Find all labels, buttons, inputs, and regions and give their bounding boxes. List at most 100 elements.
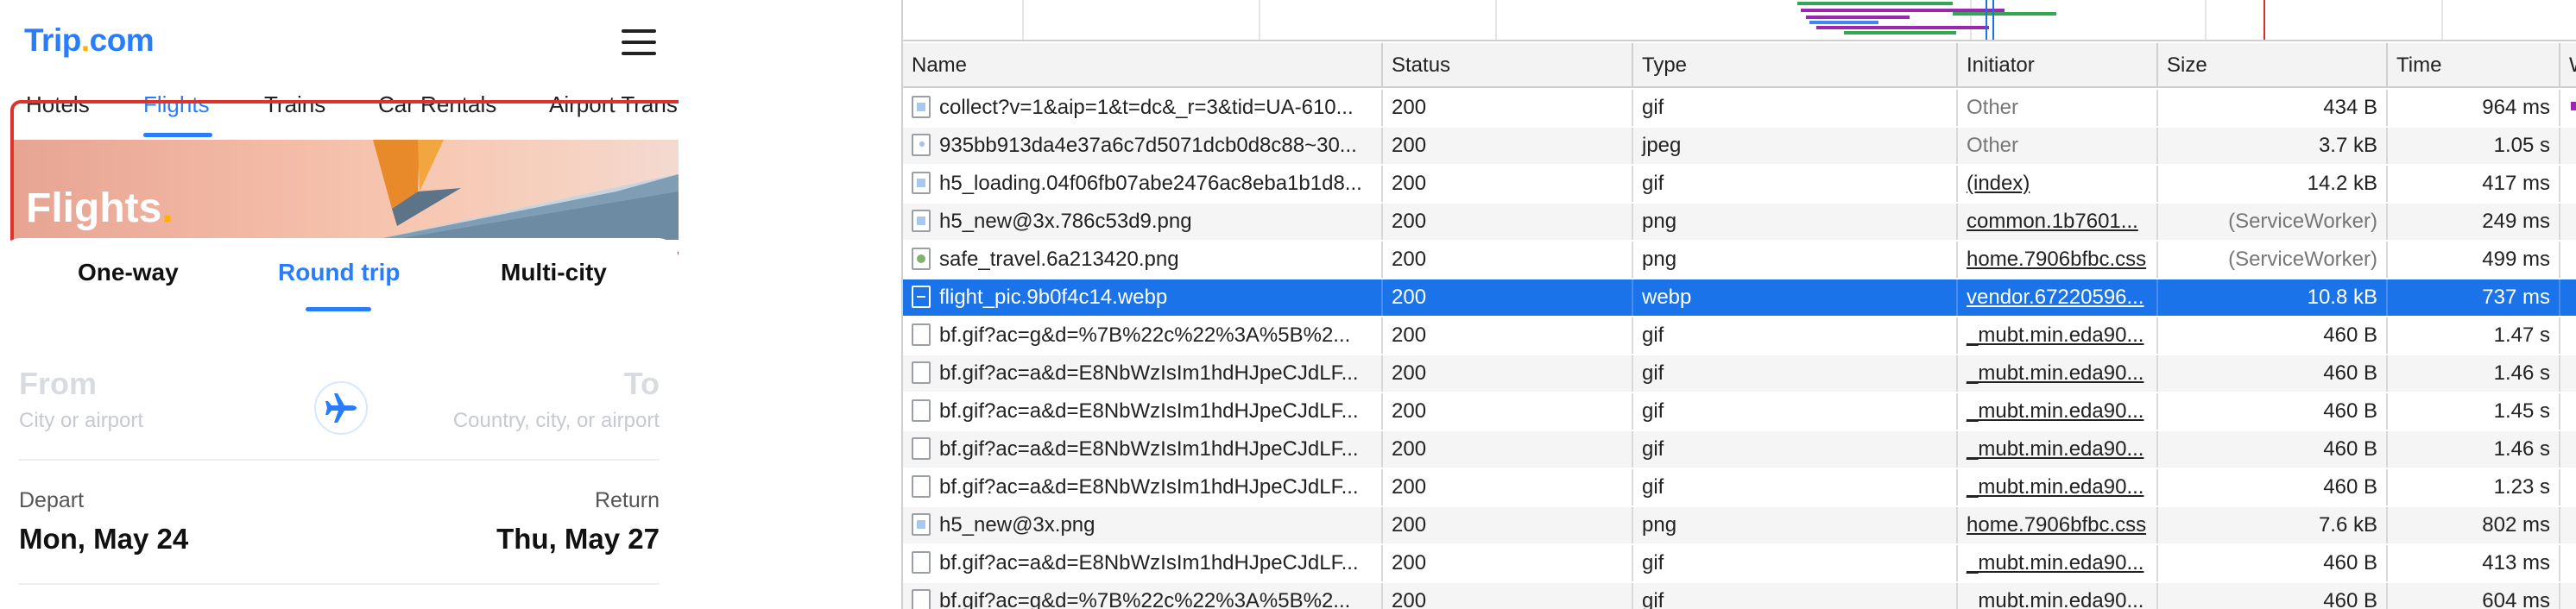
column-header-size[interactable]: Size [2158, 43, 2388, 88]
status-cell: 200 [1383, 545, 1633, 581]
swap-button[interactable] [314, 381, 368, 435]
table-row[interactable]: bf.gif?ac=a&d=E8NbWzIsIm1hdHJpeCJdLF... 2… [903, 355, 2576, 392]
status-cell: 200 [1383, 90, 1633, 126]
waterfall-bar [2571, 140, 2576, 148]
initiator-cell[interactable]: vendor.67220596... [1958, 279, 2158, 316]
table-row[interactable]: bf.gif?ac=a&d=E8NbWzIsIm1hdHJpeCJdLF... 2… [903, 469, 2576, 505]
hero-title: Flights. [26, 185, 174, 231]
search-panel: One-way Round trip Multi-city From City … [0, 238, 679, 609]
size-cell: 460 B [2158, 317, 2388, 354]
initiator-cell[interactable]: _mubt.min.eda90... [1958, 431, 2158, 468]
type-cell: png [1633, 507, 1958, 543]
size-cell: 3.7 kB [2158, 128, 2388, 164]
type-cell: gif [1633, 431, 1958, 468]
return-date: Thu, May 27 [496, 523, 660, 555]
request-name: h5_new@3x.786c53d9.png [939, 210, 1192, 233]
initiator-cell[interactable]: (index) [1958, 166, 2158, 202]
size-cell: 460 B [2158, 431, 2388, 468]
tab-car-rentals[interactable]: Car Rentals [378, 91, 496, 118]
size-cell: (ServiceWorker) [2158, 204, 2388, 240]
initiator-cell[interactable]: _mubt.min.eda90... [1958, 469, 2158, 505]
waterfall-bar [2571, 557, 2576, 566]
time-cell: 249 ms [2388, 204, 2560, 240]
type-cell: jpeg [1633, 128, 1958, 164]
tab-trains[interactable]: Trains [264, 91, 325, 118]
trip-logo[interactable]: Trip.com [24, 22, 155, 59]
table-row[interactable]: bf.gif?ac=g&d=%7B%22c%22%3A%5B%2... 200 gi… [903, 583, 2576, 609]
divider [19, 459, 660, 461]
time-cell: 964 ms [2388, 90, 2560, 126]
size-cell: 14.2 kB [2158, 166, 2388, 202]
column-header-status[interactable]: Status [1383, 43, 1633, 88]
menu-icon[interactable] [622, 29, 656, 55]
initiator-cell[interactable]: home.7906bfbc.css [1958, 507, 2158, 543]
table-row[interactable]: h5_new@3x.png 200 png home.7906bfbc.css 7.6 … [903, 507, 2576, 543]
network-overview-timeline[interactable] [903, 0, 2576, 41]
column-header-initiator[interactable]: Initiator [1958, 43, 2158, 88]
to-placeholder: Country, city, or airport [452, 409, 660, 432]
airplane-icon [325, 393, 357, 423]
product-tabs: Hotels Flights Trains Car Rentals Airpor… [0, 86, 679, 140]
request-name: bf.gif?ac=a&d=E8NbWzIsIm1hdHJpeCJdLF... [939, 475, 1359, 499]
time-cell: 802 ms [2388, 507, 2560, 543]
table-header: Name Status Type Initiator Size Time W [903, 43, 2576, 88]
request-name-cell: safe_travel.6a213420.png [903, 242, 1383, 278]
image-file-icon [912, 95, 931, 118]
tab-airport-transfers[interactable]: Airport Trans [549, 91, 678, 118]
type-cell: gif [1633, 317, 1958, 354]
from-placeholder: City or airport [19, 409, 144, 432]
column-header-time[interactable]: Time [2388, 43, 2560, 88]
request-name: collect?v=1&aip=1&t=dc&_r=3&tid=UA-610..… [939, 96, 1354, 119]
table-row[interactable]: bf.gif?ac=a&d=E8NbWzIsIm1hdHJpeCJdLF... 2… [903, 545, 2576, 581]
table-row[interactable]: bf.gif?ac=a&d=E8NbWzIsIm1hdHJpeCJdLF... 2… [903, 431, 2576, 468]
request-name: h5_loading.04f06fb07abe2476ac8eba1b1d8..… [939, 172, 1362, 195]
initiator-cell[interactable]: _mubt.min.eda90... [1958, 355, 2158, 392]
column-header-waterfall[interactable]: W [2560, 43, 2576, 88]
tab-flights[interactable]: Flights [143, 91, 210, 118]
initiator-cell[interactable]: _mubt.min.eda90... [1958, 545, 2158, 581]
waterfall-bar [2571, 216, 2576, 224]
initiator-cell[interactable]: _mubt.min.eda90... [1958, 583, 2158, 609]
status-cell: 200 [1383, 431, 1633, 468]
initiator-cell[interactable]: home.7906bfbc.css [1958, 242, 2158, 278]
request-name-cell: bf.gif?ac=a&d=E8NbWzIsIm1hdHJpeCJdLF... [903, 393, 1383, 430]
initiator-cell: Other [1958, 90, 2158, 126]
table-row-selected[interactable]: flight_pic.9b0f4c14.webp 200 webp vendor.67… [903, 279, 2576, 316]
size-cell: 460 B [2158, 583, 2388, 609]
time-cell: 1.46 s [2388, 431, 2560, 468]
table-row[interactable]: collect?v=1&aip=1&t=dc&_r=3&tid=UA-610..… [903, 90, 2576, 126]
column-header-name[interactable]: Name [903, 43, 1383, 88]
type-cell: gif [1633, 393, 1958, 430]
initiator-cell[interactable]: _mubt.min.eda90... [1958, 393, 2158, 430]
type-cell: gif [1633, 469, 1958, 505]
table-row[interactable]: h5_loading.04f06fb07abe2476ac8eba1b1d8..… [903, 166, 2576, 202]
table-row[interactable]: 935bb913da4e37a6c7d5071dcb0d8c88~30... 20… [903, 128, 2576, 164]
initiator-cell[interactable]: _mubt.min.eda90... [1958, 317, 2158, 354]
tab-hotels[interactable]: Hotels [26, 91, 90, 118]
trip-type-one-way[interactable]: One-way [78, 259, 179, 286]
table-row[interactable]: safe_travel.6a213420.png 200 png home.7906b… [903, 242, 2576, 278]
blank-file-icon [912, 323, 931, 346]
blank-file-icon [912, 399, 931, 422]
mobile-header: Trip.com [0, 0, 679, 86]
request-name-cell: h5_new@3x.png [903, 507, 1383, 543]
request-name-cell: bf.gif?ac=a&d=E8NbWzIsIm1hdHJpeCJdLF... [903, 545, 1383, 581]
table-row[interactable]: bf.gif?ac=g&d=%7B%22c%22%3A%5B%2... 200 gi… [903, 317, 2576, 354]
status-cell: 200 [1383, 128, 1633, 164]
time-cell: 1.47 s [2388, 317, 2560, 354]
status-cell: 200 [1383, 242, 1633, 278]
time-cell: 737 ms [2388, 279, 2560, 316]
time-cell: 1.23 s [2388, 469, 2560, 505]
column-header-type[interactable]: Type [1633, 43, 1958, 88]
trip-type-round-trip[interactable]: Round trip [278, 259, 401, 286]
table-row[interactable]: h5_new@3x.786c53d9.png 200 png common.1b760… [903, 204, 2576, 240]
size-cell: 434 B [2158, 90, 2388, 126]
waterfall-bar [2571, 367, 2576, 376]
request-name: h5_new@3x.png [939, 513, 1095, 537]
initiator-cell[interactable]: common.1b7601... [1958, 204, 2158, 240]
table-row[interactable]: bf.gif?ac=a&d=E8NbWzIsIm1hdHJpeCJdLF... 2… [903, 393, 2576, 430]
trip-type-multi-city[interactable]: Multi-city [501, 259, 607, 286]
request-name: bf.gif?ac=a&d=E8NbWzIsIm1hdHJpeCJdLF... [939, 551, 1359, 574]
request-name-cell: bf.gif?ac=g&d=%7B%22c%22%3A%5B%2... [903, 583, 1383, 609]
depart-label: Depart [19, 488, 85, 512]
